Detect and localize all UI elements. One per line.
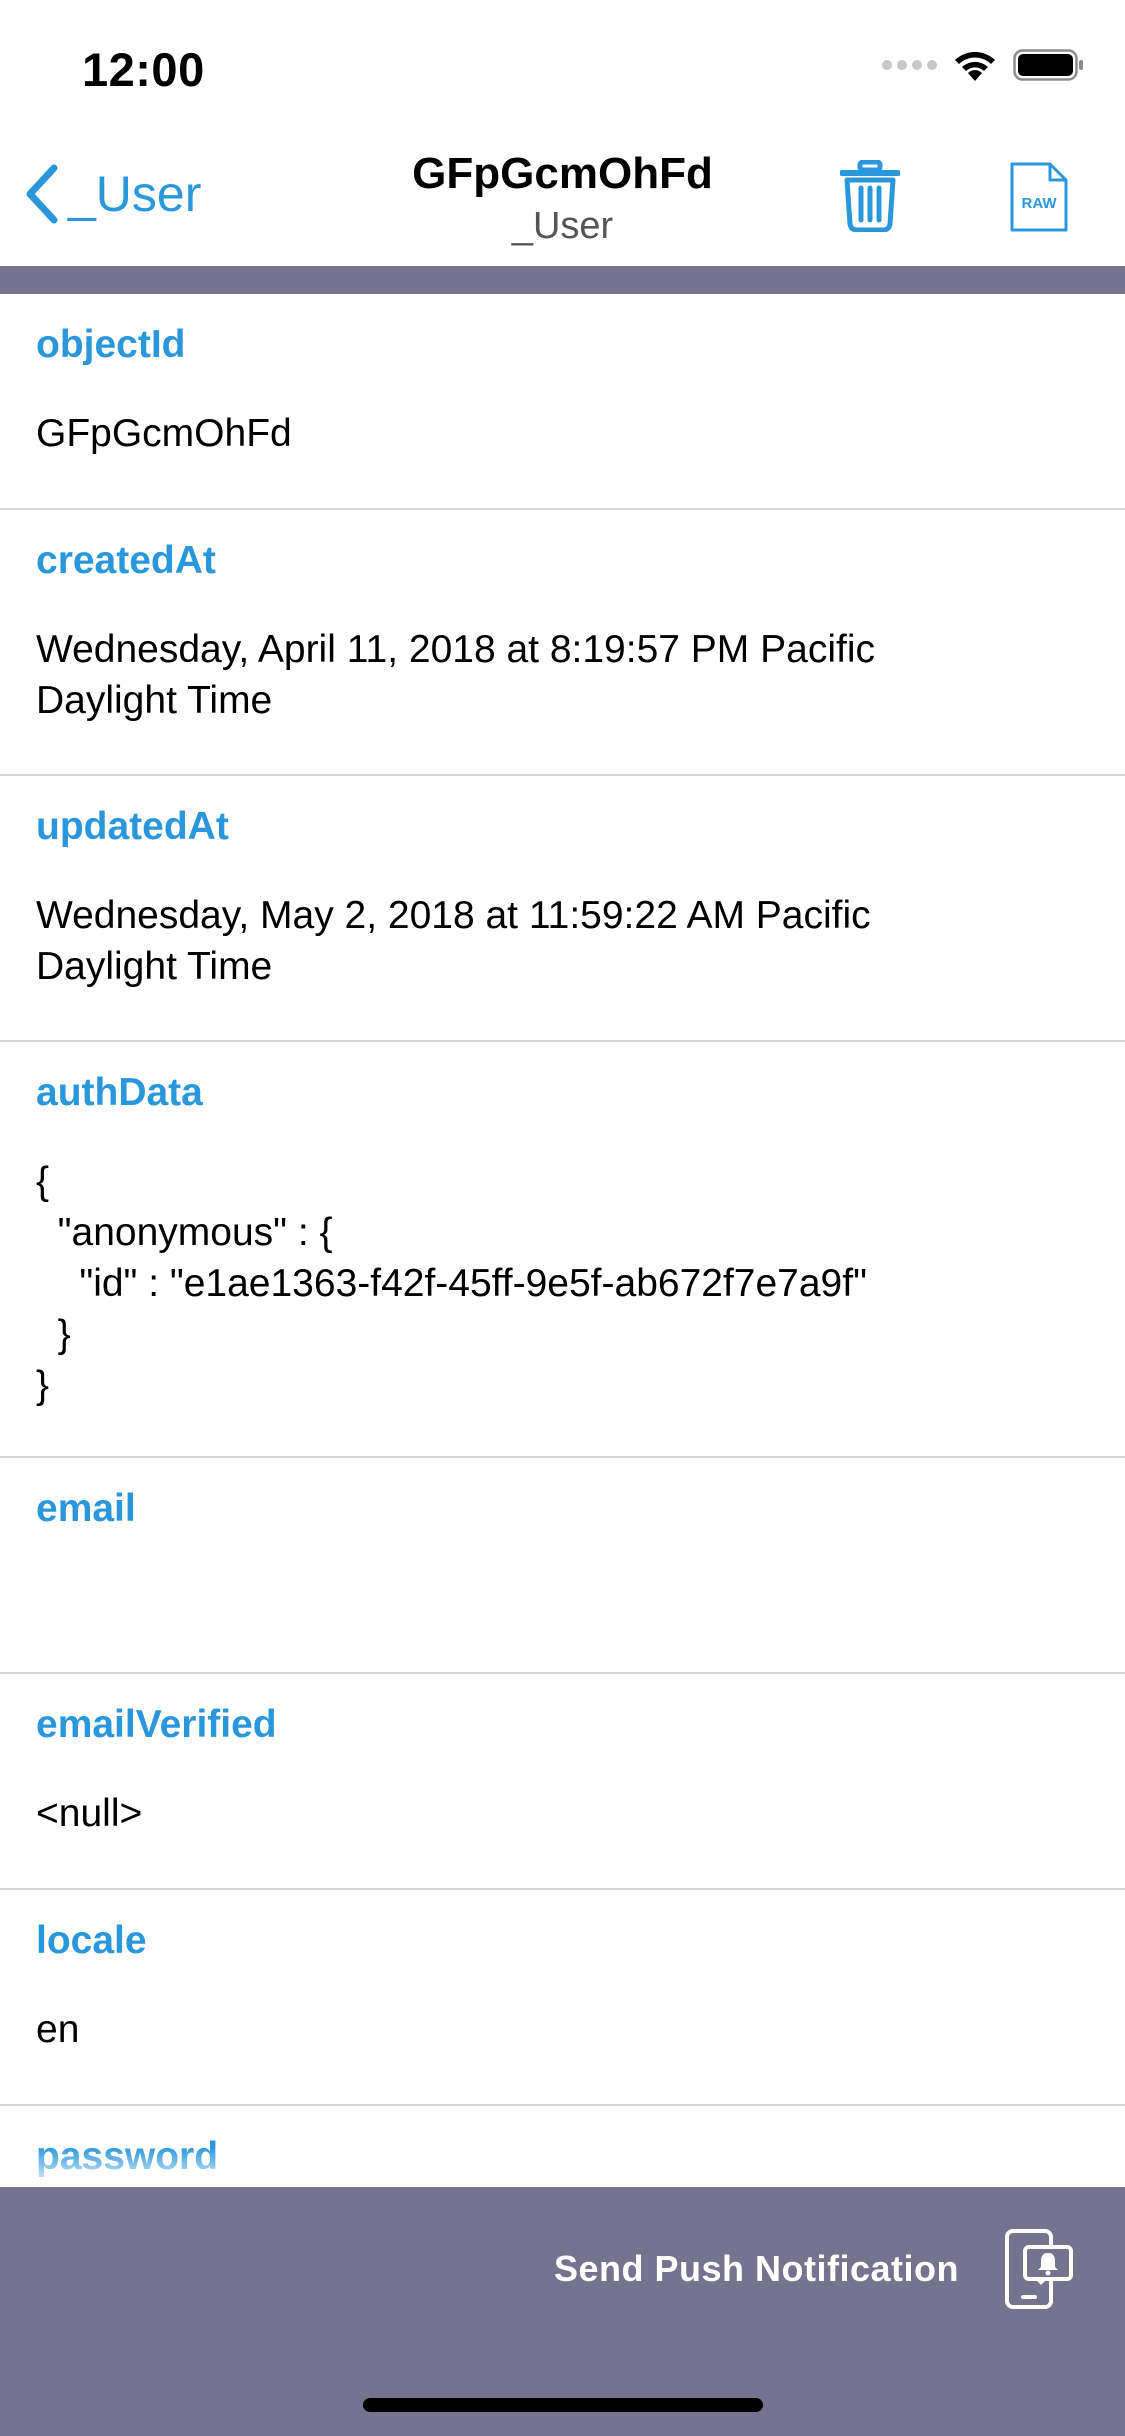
field-label: objectId xyxy=(36,323,186,366)
status-time: 12:00 xyxy=(82,43,205,96)
field-label: authData xyxy=(36,1071,203,1114)
send-push-notification-button[interactable]: Send Push Notification xyxy=(554,2227,1075,2311)
field-authdata[interactable]: authData { "anonymous" : { "id" : "e1ae1… xyxy=(0,1042,1125,1458)
field-email[interactable]: email xyxy=(0,1458,1125,1674)
raw-json-button[interactable]: RAW xyxy=(1010,162,1068,232)
delete-button[interactable] xyxy=(839,159,901,233)
field-createdat[interactable]: createdAt Wednesday, April 11, 2018 at 8… xyxy=(0,510,1125,776)
field-list: objectId GFpGcmOhFd createdAt Wednesday,… xyxy=(0,294,1125,2322)
field-label: locale xyxy=(36,1919,147,1962)
field-label: emailVerified xyxy=(36,1703,277,1746)
raw-file-icon: RAW xyxy=(1010,162,1068,232)
page-subtitle: _User xyxy=(511,205,614,247)
push-label: Send Push Notification xyxy=(553,2248,959,2289)
page-title: GFpGcmOhFd xyxy=(412,149,713,198)
nav-titles: GFpGcmOhFd _User xyxy=(0,146,1125,250)
field-value: Wednesday, May 2, 2018 at 11:59:22 AM Pa… xyxy=(36,894,871,988)
field-locale[interactable]: locale en xyxy=(0,1890,1125,2106)
field-label: email xyxy=(36,1487,136,1530)
field-label: updatedAt xyxy=(36,805,229,848)
field-updatedat[interactable]: updatedAt Wednesday, May 2, 2018 at 11:5… xyxy=(0,776,1125,1042)
field-value: <null> xyxy=(36,1792,143,1835)
field-objectid[interactable]: objectId GFpGcmOhFd xyxy=(0,294,1125,510)
header-divider xyxy=(0,266,1125,294)
field-value: { "anonymous" : { "id" : "e1ae1363-f42f-… xyxy=(36,1160,867,1407)
raw-icon-text: RAW xyxy=(1022,195,1058,212)
status-icons xyxy=(882,48,1085,82)
field-emailverified[interactable]: emailVerified <null> xyxy=(0,1674,1125,1890)
wifi-icon xyxy=(955,52,995,81)
toolbar-fade xyxy=(0,2147,1125,2187)
field-value: en xyxy=(36,2008,80,2051)
field-value: Wednesday, April 11, 2018 at 8:19:57 PM … xyxy=(36,628,875,722)
field-label: createdAt xyxy=(36,539,216,582)
battery-icon xyxy=(1013,49,1083,81)
push-notification-icon xyxy=(1005,2229,1073,2309)
nav-bar: _User GFpGcmOhFd _User RAW xyxy=(0,132,1125,266)
cellular-signal-icon xyxy=(882,60,937,70)
trash-icon xyxy=(839,159,901,233)
field-value: GFpGcmOhFd xyxy=(36,412,292,455)
status-bar: 12:00 xyxy=(0,0,1125,132)
home-indicator xyxy=(363,2398,763,2412)
